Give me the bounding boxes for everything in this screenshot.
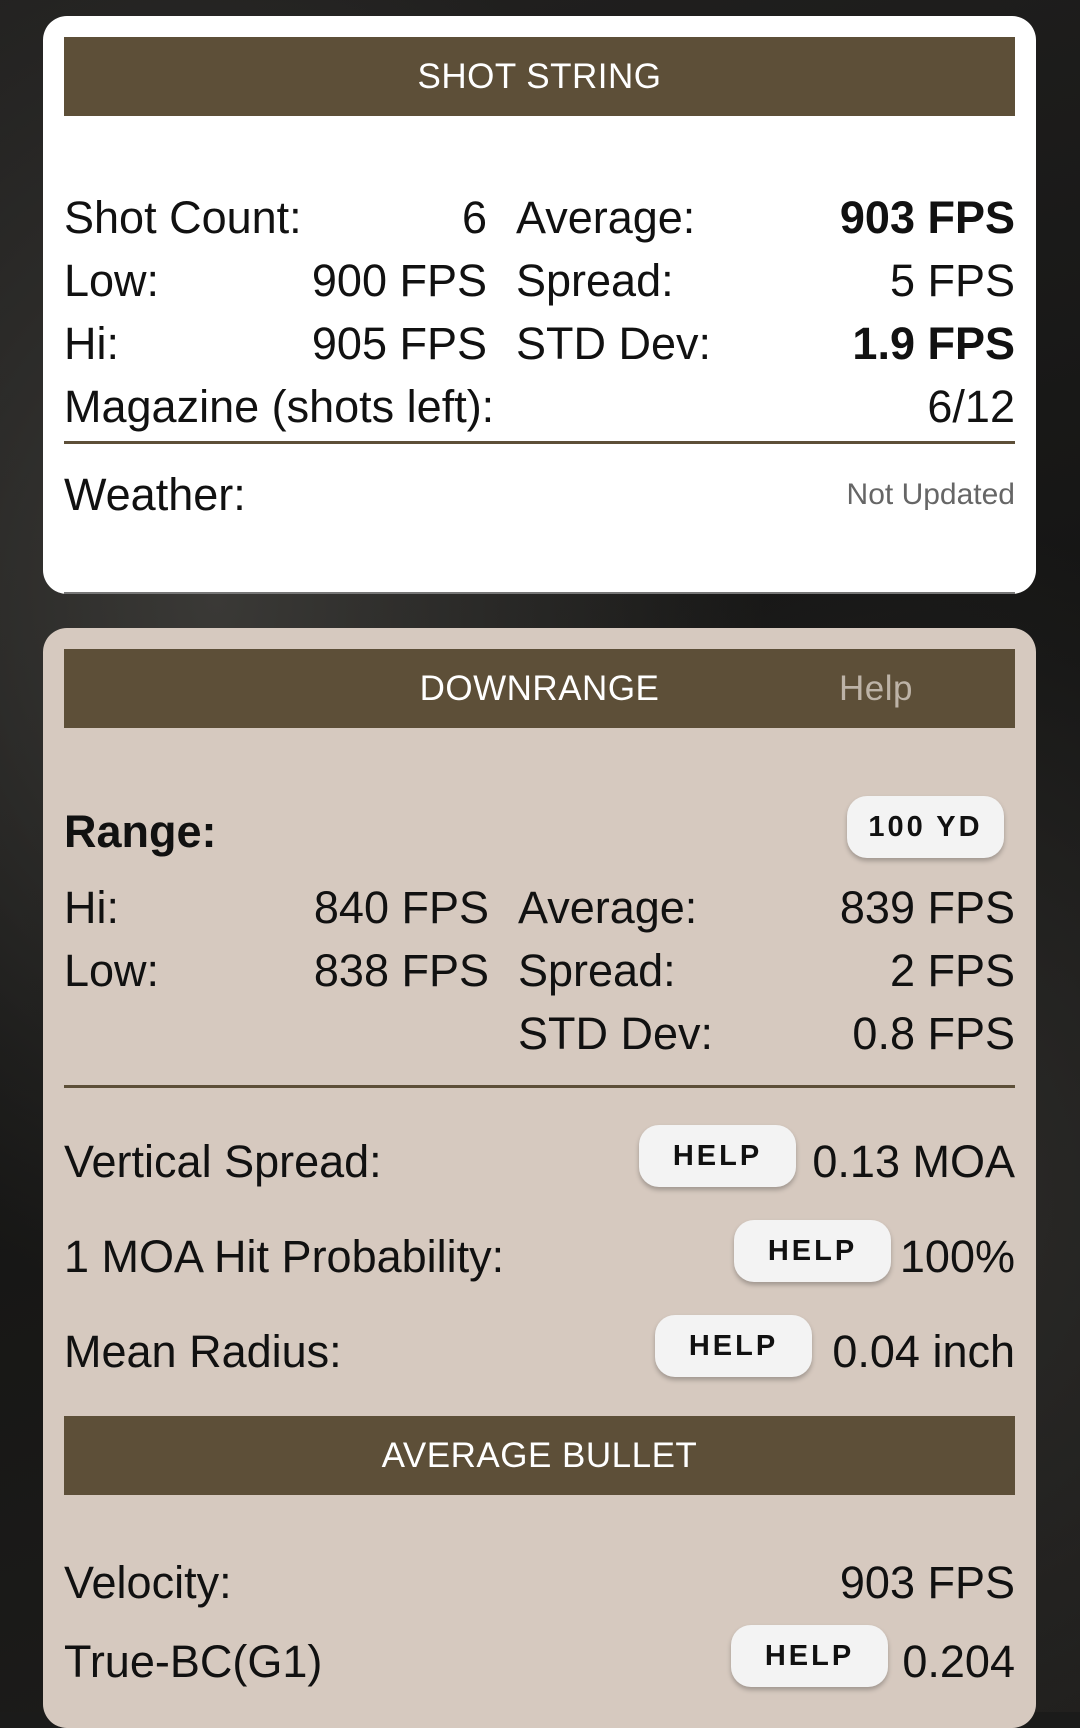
- average-label: Average:: [516, 192, 696, 243]
- downrange-std-row: STD Dev: 0.8 FPS: [64, 1003, 1015, 1065]
- help-button-label: HELP: [688, 1329, 779, 1362]
- help-button-label: HELP: [672, 1139, 763, 1172]
- hi-row: Hi: 905 FPS STD Dev: 1.9 FPS: [64, 313, 1015, 375]
- vertical-spread-help-button[interactable]: HELP: [639, 1125, 796, 1187]
- range-label: Range:: [64, 806, 217, 857]
- range-select-button[interactable]: 100 YD: [847, 796, 1004, 858]
- downrange-header: DOWNRANGE Help: [64, 649, 1015, 728]
- hit-probability-label: 1 MOA Hit Probability:: [64, 1231, 505, 1282]
- help-button-label: HELP: [764, 1639, 855, 1672]
- downrange-card: DOWNRANGE Help Range: 100 YD Hi: 840 FPS…: [43, 628, 1036, 1728]
- mean-radius-value: 0.04 inch: [832, 1326, 1015, 1377]
- downrange-spread-label: Spread:: [518, 945, 676, 996]
- weather-status: Not Updated: [846, 478, 1015, 511]
- downrange-std-value: 0.8 FPS: [852, 1008, 1015, 1059]
- mean-radius-label: Mean Radius:: [64, 1326, 342, 1377]
- shot-count-value: 6: [461, 192, 487, 243]
- magazine-value: 6/12: [927, 381, 1015, 432]
- low-label: Low:: [64, 255, 160, 306]
- downrange-divider: [64, 1085, 1015, 1088]
- downrange-hi-label: Hi:: [64, 882, 119, 933]
- shot-count-row: Shot Count: 6 Average: 903 FPS: [64, 187, 1015, 249]
- bc-label: True-BC(G1): [64, 1636, 323, 1687]
- card-bottom-divider: [64, 592, 1015, 594]
- bc-value: 0.204: [902, 1636, 1015, 1687]
- downrange-spread-value: 2 FPS: [889, 945, 1015, 996]
- shot-string-header: SHOT STRING: [64, 37, 1015, 116]
- velocity-label: Velocity:: [64, 1557, 232, 1608]
- weather-label: Weather:: [64, 469, 246, 520]
- std-dev-label: STD Dev:: [516, 318, 712, 369]
- weather-row[interactable]: Weather: Not Updated: [64, 464, 1015, 526]
- downrange-std-label: STD Dev:: [518, 1008, 714, 1059]
- downrange-title: DOWNRANGE: [419, 668, 660, 708]
- downrange-hi-value: 840 FPS: [313, 882, 489, 933]
- downrange-low-value: 838 FPS: [313, 945, 489, 996]
- hi-value: 905 FPS: [311, 318, 487, 369]
- shot-count-label: Shot Count:: [64, 192, 302, 243]
- hi-label: Hi:: [64, 318, 119, 369]
- hit-probability-help-button[interactable]: HELP: [734, 1220, 891, 1282]
- downrange-average-value: 839 FPS: [839, 882, 1015, 933]
- vertical-spread-row: Vertical Spread: 0.13 MOA: [64, 1131, 1015, 1193]
- downrange-help-link[interactable]: Help: [839, 669, 913, 709]
- vertical-spread-label: Vertical Spread:: [64, 1136, 382, 1187]
- mean-radius-row: Mean Radius: 0.04 inch: [64, 1321, 1015, 1383]
- hit-probability-value: 100%: [899, 1231, 1015, 1282]
- downrange-average-label: Average:: [518, 882, 698, 933]
- bc-help-button[interactable]: HELP: [731, 1625, 888, 1687]
- magazine-label: Magazine (shots left):: [64, 381, 495, 432]
- low-value: 900 FPS: [311, 255, 487, 306]
- shot-string-title: SHOT STRING: [417, 56, 662, 96]
- downrange-hi-row: Hi: 840 FPS Average: 839 FPS: [64, 877, 1015, 939]
- downrange-low-row: Low: 838 FPS Spread: 2 FPS: [64, 940, 1015, 1002]
- velocity-value: 903 FPS: [839, 1557, 1015, 1608]
- downrange-low-label: Low:: [64, 945, 160, 996]
- average-bullet-title: AVERAGE BULLET: [381, 1435, 698, 1475]
- velocity-row: Velocity: 903 FPS: [64, 1552, 1015, 1614]
- shot-string-card: SHOT STRING Shot Count: 6 Average: 903 F…: [43, 16, 1036, 594]
- spread-label: Spread:: [516, 255, 674, 306]
- help-button-label: HELP: [767, 1234, 858, 1267]
- low-row: Low: 900 FPS Spread: 5 FPS: [64, 250, 1015, 312]
- magazine-row: Magazine (shots left): 6/12: [64, 376, 1015, 438]
- spread-value: 5 FPS: [889, 255, 1015, 306]
- std-dev-value: 1.9 FPS: [852, 318, 1015, 369]
- range-button-label: 100 YD: [868, 810, 983, 843]
- mean-radius-help-button[interactable]: HELP: [655, 1315, 812, 1377]
- vertical-spread-value: 0.13 MOA: [812, 1136, 1015, 1187]
- average-value: 903 FPS: [839, 192, 1015, 243]
- average-bullet-header: AVERAGE BULLET: [64, 1416, 1015, 1495]
- section-divider: [64, 441, 1015, 444]
